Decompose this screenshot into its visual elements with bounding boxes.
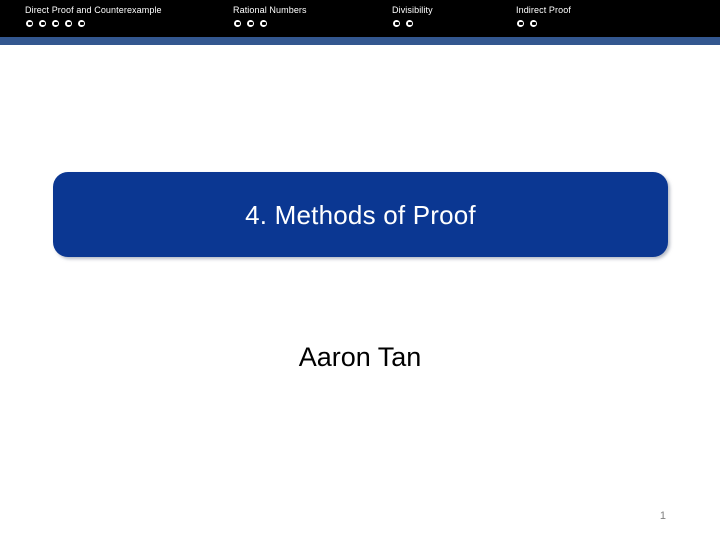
- nav-accent-divider: [0, 37, 720, 45]
- nav-section-label: Indirect Proof: [516, 5, 571, 15]
- nav-dot-icon[interactable]: [52, 20, 59, 27]
- nav-dot-icon[interactable]: [247, 20, 254, 27]
- slide-number: 1: [659, 510, 666, 522]
- nav-dot-icon[interactable]: [234, 20, 241, 27]
- nav-dot-icon[interactable]: [517, 20, 524, 27]
- nav-progress-dots[interactable]: [26, 20, 85, 27]
- nav-section-label: Divisibility: [392, 5, 433, 15]
- author-name: Aaron Tan: [298, 342, 422, 372]
- nav-dot-icon[interactable]: [406, 20, 413, 27]
- nav-dot-icon[interactable]: [393, 20, 400, 27]
- slide-title-banner: 4. Methods of Proof: [53, 172, 668, 257]
- nav-dot-icon[interactable]: [65, 20, 72, 27]
- nav-dot-icon[interactable]: [260, 20, 267, 27]
- nav-section-label: Direct Proof and Counterexample: [25, 5, 162, 15]
- nav-dot-icon[interactable]: [78, 20, 85, 27]
- nav-dot-icon[interactable]: [39, 20, 46, 27]
- nav-section-label: Rational Numbers: [233, 5, 307, 15]
- nav-dot-icon[interactable]: [530, 20, 537, 27]
- nav-progress-dots[interactable]: [517, 20, 537, 27]
- top-navigation-bar: Direct Proof and Counterexample Rational…: [0, 0, 720, 37]
- nav-dot-icon[interactable]: [26, 20, 33, 27]
- page-title: 4. Methods of Proof: [245, 199, 476, 230]
- nav-progress-dots[interactable]: [234, 20, 267, 27]
- nav-progress-dots[interactable]: [393, 20, 413, 27]
